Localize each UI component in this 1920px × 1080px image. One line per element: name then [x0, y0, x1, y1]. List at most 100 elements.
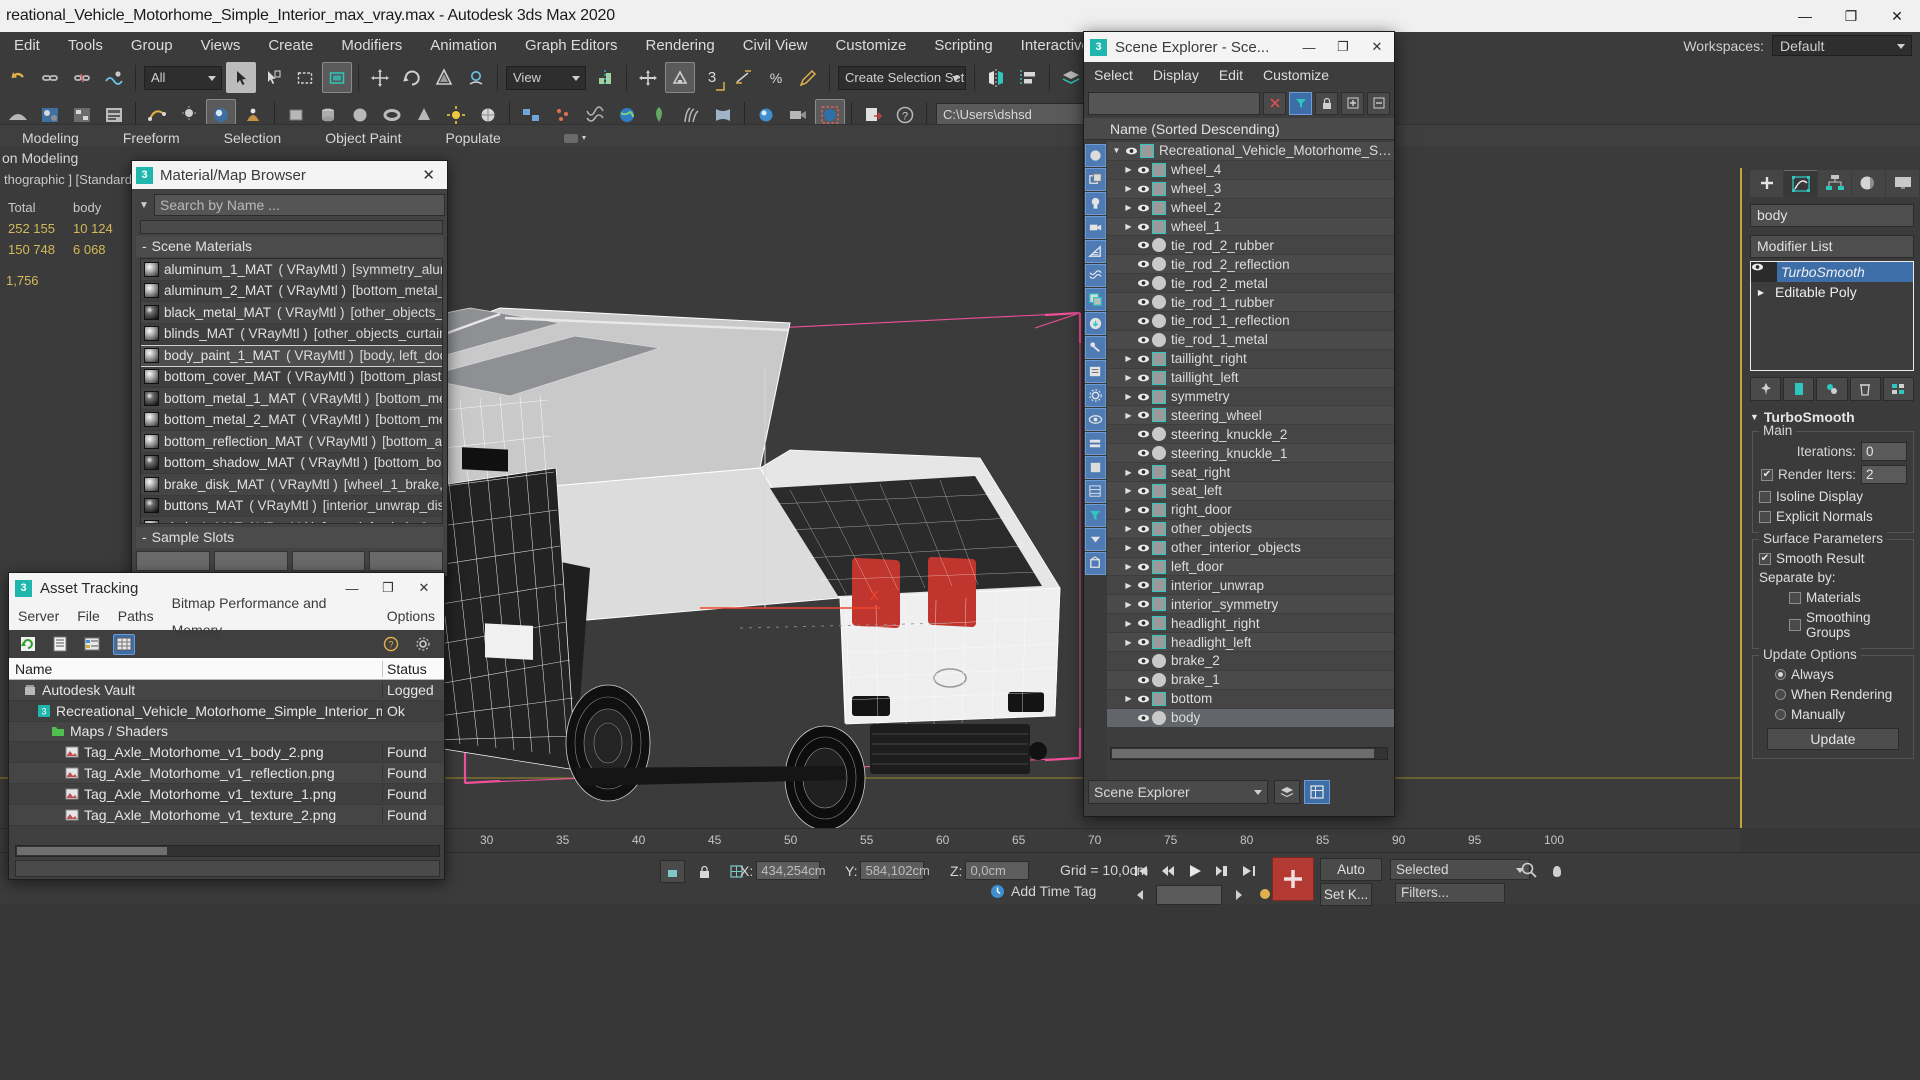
edit-named-selection-icon[interactable] [793, 62, 823, 93]
play-button[interactable] [1182, 859, 1207, 882]
visibility-eye-icon[interactable] [1135, 335, 1151, 345]
se-menu-select[interactable]: Select [1084, 62, 1143, 88]
ribbon-dropdown-icon[interactable] [541, 131, 611, 145]
tab-display[interactable] [1886, 169, 1919, 197]
undo-icon[interactable] [3, 62, 33, 93]
visibility-eye-icon[interactable] [1135, 392, 1151, 402]
visibility-eye-icon[interactable] [1135, 297, 1151, 307]
material-row[interactable]: body_paint_1_MAT ( VRayMtl ) [body, left_d… [141, 345, 442, 367]
always-row[interactable]: Always [1759, 667, 1907, 682]
smoothing-groups-row[interactable]: Smoothing Groups [1759, 610, 1907, 640]
se-minimize-button[interactable]: — [1292, 32, 1326, 62]
rollout-caret-icon[interactable]: ▼ [1750, 412, 1759, 422]
material-row[interactable]: buttons_MAT ( VRayMtl ) [interior_unwrap_d… [141, 495, 442, 517]
collapse-all-icon[interactable] [1367, 91, 1390, 115]
tree-expander-icon[interactable]: ▼ [1110, 146, 1123, 155]
explicit-normals-row[interactable]: Explicit Normals [1759, 509, 1907, 524]
key-prev-button[interactable] [1128, 883, 1153, 906]
menu-item-group[interactable]: Group [117, 32, 187, 59]
visibility-eye-icon[interactable] [1135, 467, 1151, 477]
material-row[interactable]: blinds_MAT ( VRayMtl ) [other_objects_curt… [141, 323, 442, 345]
tree-expander-icon[interactable]: ▶ [1122, 543, 1135, 552]
tab-create[interactable] [1750, 169, 1783, 197]
list-filter-icon[interactable] [1085, 480, 1106, 503]
remove-modifier-icon[interactable] [1849, 377, 1881, 401]
hidden-filter-icon[interactable] [1085, 456, 1106, 479]
render-iters-checkbox[interactable]: ✔ [1760, 468, 1773, 481]
select-by-name-icon[interactable] [258, 62, 288, 93]
asset-table-row[interactable]: Maps / Shaders [9, 721, 444, 743]
asset-table-row[interactable]: Tag_Axle_Motorhome_v1_reflection.png Foun… [9, 763, 444, 784]
visibility-eye-icon[interactable] [1135, 486, 1151, 496]
material-list[interactable]: aluminum_1_MAT ( VRayMtl ) [symmetry_alum.… [140, 258, 443, 524]
asset-close-button[interactable]: ✕ [406, 573, 442, 603]
material-row[interactable]: aluminum_1_MAT ( VRayMtl ) [symmetry_alum.… [141, 259, 442, 281]
menu-item-modifiers[interactable]: Modifiers [327, 32, 416, 59]
snap-toggle-icon[interactable] [633, 62, 663, 93]
visibility-eye-icon[interactable] [1135, 448, 1151, 458]
menu-item-tools[interactable]: Tools [54, 32, 117, 59]
select-rotate-icon[interactable] [397, 62, 427, 93]
angle-snap-icon[interactable]: 3 [697, 62, 727, 93]
tree-expander-icon[interactable]: ▶ [1122, 354, 1135, 363]
menu-item-civil-view[interactable]: Civil View [729, 32, 822, 59]
container-filter-icon[interactable] [1085, 552, 1106, 575]
cameras-filter-icon[interactable] [1085, 216, 1106, 239]
scene-tree-row[interactable]: ▶ bottom [1107, 689, 1394, 709]
z-value-field[interactable]: 0,0cm [965, 861, 1030, 880]
set-key-button[interactable] [1272, 857, 1314, 901]
scene-tree-row[interactable]: ▶ seat_left [1107, 482, 1394, 501]
tree-expander-icon[interactable]: ▶ [1122, 203, 1135, 212]
material-map-browser-window[interactable]: 3 Material/Map Browser ✕ ▼ Search by Nam… [131, 160, 448, 577]
add-time-tag-label[interactable]: Add Time Tag [1011, 883, 1096, 899]
visibility-eye-icon[interactable] [1135, 165, 1151, 175]
settings-gear-icon[interactable] [412, 634, 434, 655]
scene-tree-row[interactable]: brake_1 [1107, 670, 1394, 690]
materials-checkbox[interactable] [1789, 591, 1801, 604]
visibility-eye-icon[interactable] [1135, 373, 1151, 383]
scene-tree-row[interactable]: ▶ wheel_1 [1107, 217, 1394, 237]
visibility-eye-icon[interactable] [1135, 618, 1151, 628]
manually-radio[interactable] [1775, 709, 1786, 720]
workspace-select[interactable]: Default [1772, 35, 1912, 56]
select-move-icon[interactable] [365, 62, 395, 93]
maximize-button[interactable]: ❐ [1828, 0, 1874, 32]
scene-tree-row[interactable]: tie_rod_2_reflection [1107, 255, 1394, 275]
tree-expander-icon[interactable]: ▶ [1122, 562, 1135, 571]
details-view-icon[interactable] [81, 634, 103, 655]
asset-table-row[interactable]: Tag_Axle_Motorhome_v1_texture_2.png Found [9, 804, 444, 826]
asset-menu-bitmap[interactable]: Bitmap Performance and Memory [163, 590, 378, 644]
scene-tree-row[interactable]: tie_rod_1_metal [1107, 330, 1394, 350]
material-row[interactable]: bottom_cover_MAT ( VRayMtl ) [bottom_plast… [141, 366, 442, 388]
tree-expander-icon[interactable]: ▶ [1122, 468, 1135, 477]
xrefs-filter-icon[interactable] [1085, 312, 1106, 335]
spinner-snap-icon[interactable]: % [761, 62, 791, 93]
create-selection-set-combo[interactable]: Create Selection Set [838, 65, 966, 90]
asset-table-row[interactable]: 3 Recreational_Vehicle_Motorhome_Simple_I… [9, 700, 444, 722]
auto-key-button[interactable]: Auto [1320, 858, 1382, 881]
tree-expander-icon[interactable]: ▶ [1122, 638, 1135, 647]
scene-explorer-find-input[interactable] [1088, 91, 1260, 115]
asset-menu-server[interactable]: Server [9, 603, 68, 630]
when-rendering-radio[interactable] [1775, 689, 1786, 700]
modifier-stack[interactable]: TurboSmooth ▶ Editable Poly [1750, 261, 1914, 371]
tree-expander-icon[interactable]: ▶ [1122, 524, 1135, 533]
scene-tree-horizontal-scrollbar[interactable] [1110, 747, 1388, 760]
tree-expander-icon[interactable]: ▶ [1122, 411, 1135, 420]
material-row[interactable]: bottom_metal_1_MAT ( VRayMtl ) [bottom_me.… [141, 388, 442, 410]
minimize-button[interactable]: — [1782, 0, 1828, 32]
material-row[interactable]: bottom_metal_2_MAT ( VRayMtl ) [bottom_me.… [141, 409, 442, 431]
tree-expander-icon[interactable]: ▶ [1122, 373, 1135, 382]
selection-filter-combo[interactable]: All [144, 65, 222, 90]
se-menu-edit[interactable]: Edit [1209, 62, 1253, 88]
scene-tree-row[interactable]: steering_knuckle_2 [1107, 425, 1394, 445]
material-row[interactable]: black_metal_MAT ( VRayMtl ) [other_objects… [141, 302, 442, 324]
viewport-label[interactable]: thographic ] [Standard ] [4, 172, 139, 187]
helpers-filter-icon[interactable] [1085, 240, 1106, 263]
geometry-filter-icon[interactable] [1085, 144, 1106, 167]
visibility-eye-icon[interactable] [1135, 184, 1151, 194]
goto-start-button[interactable] [1128, 859, 1153, 882]
se-menu-display[interactable]: Display [1143, 62, 1209, 88]
asset-col-status[interactable]: Status [382, 660, 444, 677]
render-iters-spinner[interactable]: 2 [1861, 465, 1907, 484]
